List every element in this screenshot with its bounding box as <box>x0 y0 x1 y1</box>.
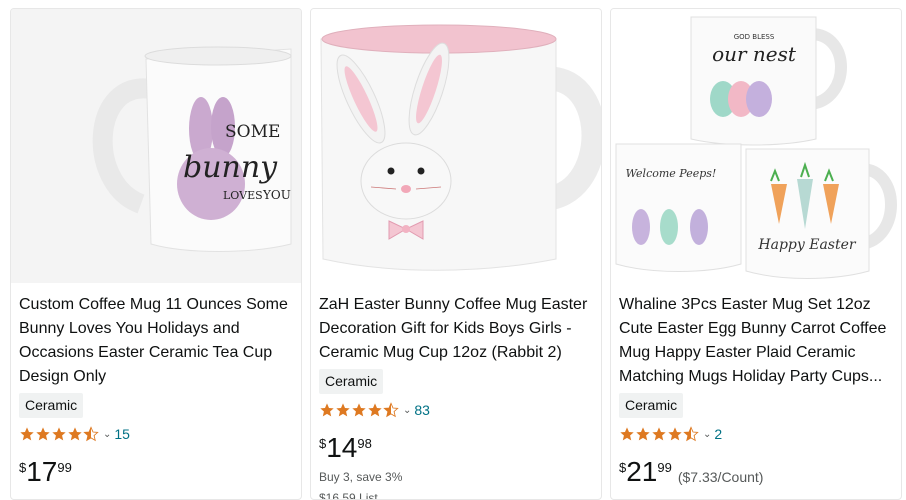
price: $ 14 98 <box>319 433 372 463</box>
star-icon <box>336 403 350 417</box>
star-icon <box>636 427 650 441</box>
mug-text-right: Happy Easter <box>757 237 857 253</box>
product-grid: SOME bunny LOVES YOU Custom Coffee Mug 1… <box>0 0 906 500</box>
product-title[interactable]: ZaH Easter Bunny Coffee Mug Easter Decor… <box>319 293 595 365</box>
price-fraction: 99 <box>657 460 672 475</box>
mug-illustration: SOME bunny LOVES YOU <box>11 9 301 283</box>
star-icon <box>36 427 50 441</box>
price-whole: 14 <box>326 432 358 463</box>
product-card[interactable]: ZaH Easter Bunny Coffee Mug Easter Decor… <box>310 8 602 500</box>
star-icon <box>68 427 82 441</box>
star-icon <box>320 403 334 417</box>
mug-text-top-small: GOD BLESS <box>734 33 775 41</box>
review-count[interactable]: 15 <box>114 426 130 442</box>
mug-text-3: LOVES <box>223 189 263 202</box>
mug-text-4: YOU <box>262 188 291 202</box>
product-card[interactable]: SOME bunny LOVES YOU Custom Coffee Mug 1… <box>10 8 302 500</box>
list-price: $16.59 List <box>319 491 378 500</box>
mug-illustration <box>311 9 601 283</box>
mug-text-top-big: our nest <box>712 42 797 66</box>
star-icon <box>368 403 382 417</box>
price-whole: 17 <box>26 456 58 487</box>
product-card[interactable]: GOD BLESS our nest Welcome Peeps! Happy … <box>610 8 902 500</box>
price-whole: 21 <box>626 456 658 487</box>
product-image[interactable] <box>311 9 601 283</box>
star-half-icon <box>683 426 699 442</box>
star-icon <box>620 427 634 441</box>
rating[interactable]: ⌄ 15 <box>19 424 130 444</box>
price: $ 21 99 ($7.33/Count) <box>619 457 763 487</box>
price: $ 17 99 <box>19 457 72 487</box>
star-half-icon <box>383 402 399 418</box>
deal-text: Buy 3, save 3% <box>319 470 403 484</box>
star-icon <box>668 427 682 441</box>
mug-text-left: Welcome Peeps! <box>626 167 717 180</box>
product-title[interactable]: Custom Coffee Mug 11 Ounces Some Bunny L… <box>19 293 295 389</box>
material-badge: Ceramic <box>619 393 684 418</box>
product-image[interactable]: GOD BLESS our nest Welcome Peeps! Happy … <box>611 9 901 283</box>
product-image[interactable]: SOME bunny LOVES YOU <box>11 9 301 283</box>
mug-text-2: bunny <box>183 150 278 185</box>
chevron-down-icon[interactable]: ⌄ <box>403 405 411 416</box>
price-fraction: 98 <box>357 436 372 451</box>
star-rating <box>619 426 699 442</box>
product-title[interactable]: Whaline 3Pcs Easter Mug Set 12oz Cute Ea… <box>619 293 895 389</box>
star-rating <box>319 402 399 418</box>
rating[interactable]: ⌄ 2 <box>619 424 722 444</box>
review-count[interactable]: 83 <box>414 402 430 418</box>
material-badge: Ceramic <box>319 369 384 394</box>
price-symbol: $ <box>19 460 27 475</box>
star-half-icon <box>83 426 99 442</box>
star-rating <box>19 426 99 442</box>
star-icon <box>352 403 366 417</box>
review-count[interactable]: 2 <box>714 426 722 442</box>
star-icon <box>20 427 34 441</box>
star-icon <box>52 427 66 441</box>
unit-price: ($7.33/Count) <box>677 469 764 485</box>
price-symbol: $ <box>319 436 327 451</box>
mug-text-1: SOME <box>225 122 280 142</box>
star-icon <box>652 427 666 441</box>
price-fraction: 99 <box>57 460 72 475</box>
chevron-down-icon[interactable]: ⌄ <box>703 429 711 440</box>
price-symbol: $ <box>619 460 627 475</box>
mug-illustration: GOD BLESS our nest Welcome Peeps! Happy … <box>611 9 901 283</box>
rating[interactable]: ⌄ 83 <box>319 400 430 420</box>
chevron-down-icon[interactable]: ⌄ <box>103 429 111 440</box>
material-badge: Ceramic <box>19 393 84 418</box>
